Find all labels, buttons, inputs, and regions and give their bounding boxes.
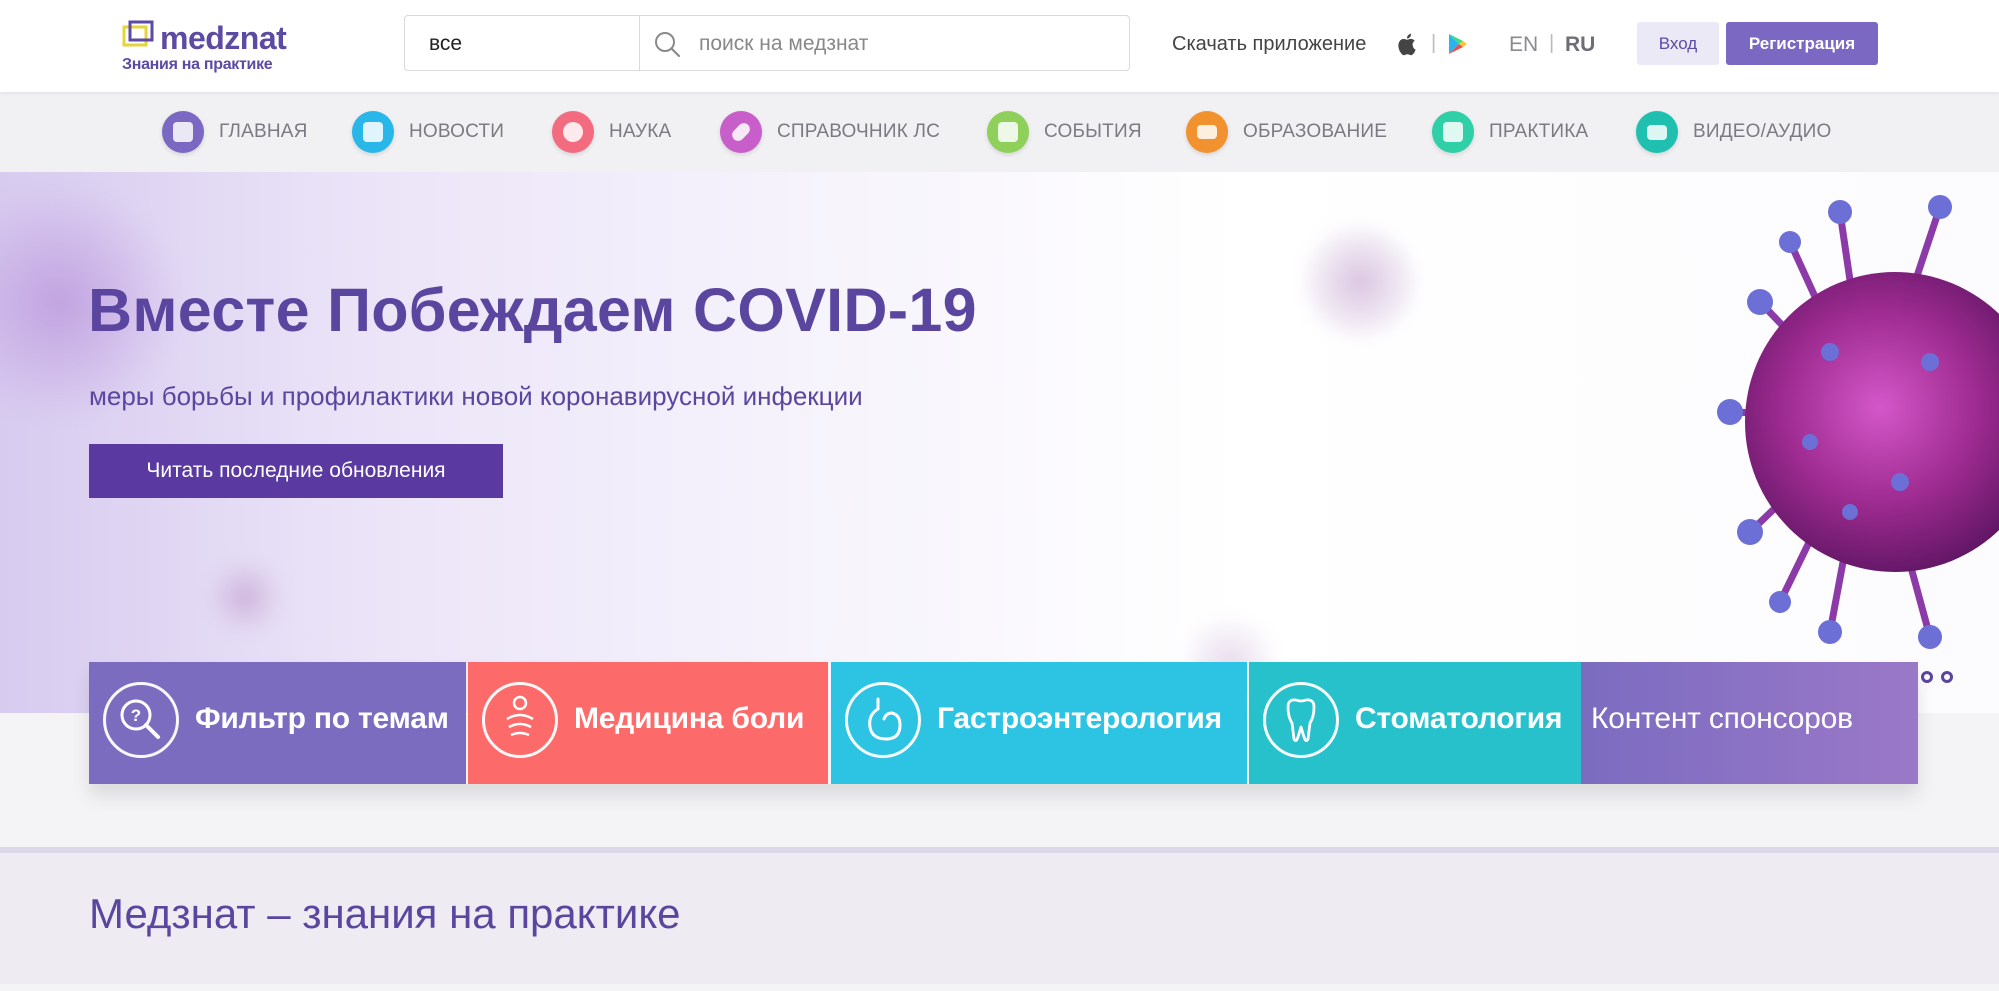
- search-bar: все: [404, 15, 1130, 71]
- section-title: Медзнат – знания на практике: [89, 890, 681, 937]
- nav-item-label: СОБЫТИЯ: [1044, 121, 1142, 142]
- hero-banner: Вместе Побеждаем COVID-19 меры борьбы и …: [0, 172, 1999, 713]
- nav-item-label: ГЛАВНАЯ: [219, 121, 308, 142]
- about-section: Медзнат – знания на практике: [0, 847, 1999, 984]
- nav-item-label: НОВОСТИ: [409, 121, 505, 142]
- nav-item-label: НАУКА: [609, 121, 672, 142]
- calendar-icon: [987, 111, 1029, 153]
- language-en-link[interactable]: EN: [1509, 33, 1538, 57]
- news-icon: [352, 111, 394, 153]
- atom-icon: [552, 111, 594, 153]
- nav-item-drug-reference[interactable]: СПРАВОЧНИК ЛС: [720, 111, 940, 153]
- medkit-icon: [1432, 111, 1474, 153]
- nav-item-science[interactable]: НАУКА: [552, 111, 671, 153]
- language-separator: |: [1549, 32, 1555, 54]
- nav-item-video-audio[interactable]: ВИДЕО/АУДИО: [1636, 111, 1831, 153]
- google-play-icon[interactable]: [1448, 33, 1468, 55]
- tile-dentistry[interactable]: Стоматология: [1249, 662, 1581, 784]
- carousel-dot[interactable]: [1941, 671, 1953, 683]
- hero-title: Вместе Побеждаем COVID-19: [88, 276, 977, 344]
- home-icon: [162, 111, 204, 153]
- logo-mark-icon: [122, 20, 154, 47]
- pain-icon: [482, 682, 558, 758]
- tile-gastroenterology[interactable]: Гастроэнтерология: [831, 662, 1247, 784]
- nav-item-label: ПРАКТИКА: [1489, 121, 1589, 142]
- book-icon: [1186, 111, 1228, 153]
- coronavirus-image: [1717, 195, 1999, 649]
- site-header: medznat Знания на практике все Скачать п…: [0, 0, 1999, 92]
- search-icon[interactable]: [653, 30, 681, 58]
- search-input[interactable]: [697, 24, 1121, 64]
- nav-item-news[interactable]: НОВОСТИ: [352, 111, 504, 153]
- nav-item-education[interactable]: ОБРАЗОВАНИЕ: [1186, 111, 1387, 153]
- main-nav: ГЛАВНАЯ НОВОСТИ НАУКА СПРАВОЧНИК ЛС СОБЫ…: [0, 92, 1999, 172]
- logo-wordmark: medznat: [160, 20, 287, 56]
- tile-pain-medicine[interactable]: Медицина боли: [468, 662, 828, 784]
- tile-label: Контент спонсоров: [1591, 702, 1853, 735]
- virus-blur-decoration: [205, 557, 285, 637]
- tile-sponsor-content[interactable]: Контент спонсоров: [1581, 662, 1918, 784]
- virus-blur-decoration: [1300, 222, 1420, 342]
- nav-item-home[interactable]: ГЛАВНАЯ: [162, 111, 308, 153]
- tv-icon: [1636, 111, 1678, 153]
- tile-label: Медицина боли: [574, 702, 805, 735]
- logo-tagline: Знания на практике: [122, 56, 273, 73]
- tile-label: Фильтр по темам: [195, 702, 449, 735]
- register-button[interactable]: Регистрация: [1726, 22, 1878, 65]
- nav-item-label: ВИДЕО/АУДИО: [1693, 121, 1832, 142]
- site-logo[interactable]: medznat Знания на практике: [120, 14, 290, 78]
- language-ru-link[interactable]: RU: [1565, 33, 1595, 57]
- stomach-icon: [845, 682, 921, 758]
- download-app-label: Скачать приложение: [1172, 33, 1367, 55]
- nav-item-label: СПРАВОЧНИК ЛС: [777, 121, 941, 142]
- hero-subtitle: меры борьбы и профилактики новой коронав…: [89, 381, 863, 411]
- svg-text:?: ?: [131, 706, 141, 725]
- tile-label: Гастроэнтерология: [937, 702, 1222, 735]
- nav-item-label: ОБРАЗОВАНИЕ: [1243, 121, 1388, 142]
- carousel-dot[interactable]: [1921, 671, 1933, 683]
- category-tiles: ? Фильтр по темам Медицина боли Гастроэн…: [89, 662, 1918, 784]
- apple-icon[interactable]: [1397, 31, 1419, 57]
- nav-item-events[interactable]: СОБЫТИЯ: [987, 111, 1142, 153]
- search-scope-value: все: [429, 32, 463, 55]
- app-separator: |: [1431, 32, 1437, 54]
- tile-label: Стоматология: [1355, 702, 1563, 735]
- question-search-icon: ?: [103, 682, 179, 758]
- search-scope-select[interactable]: все: [405, 16, 640, 70]
- login-button[interactable]: Вход: [1637, 22, 1719, 65]
- tooth-icon: [1263, 682, 1339, 758]
- tile-topic-filter[interactable]: ? Фильтр по темам: [89, 662, 466, 784]
- pill-icon: [720, 111, 762, 153]
- nav-item-practice[interactable]: ПРАКТИКА: [1432, 111, 1588, 153]
- read-updates-button[interactable]: Читать последние обновления: [89, 444, 503, 498]
